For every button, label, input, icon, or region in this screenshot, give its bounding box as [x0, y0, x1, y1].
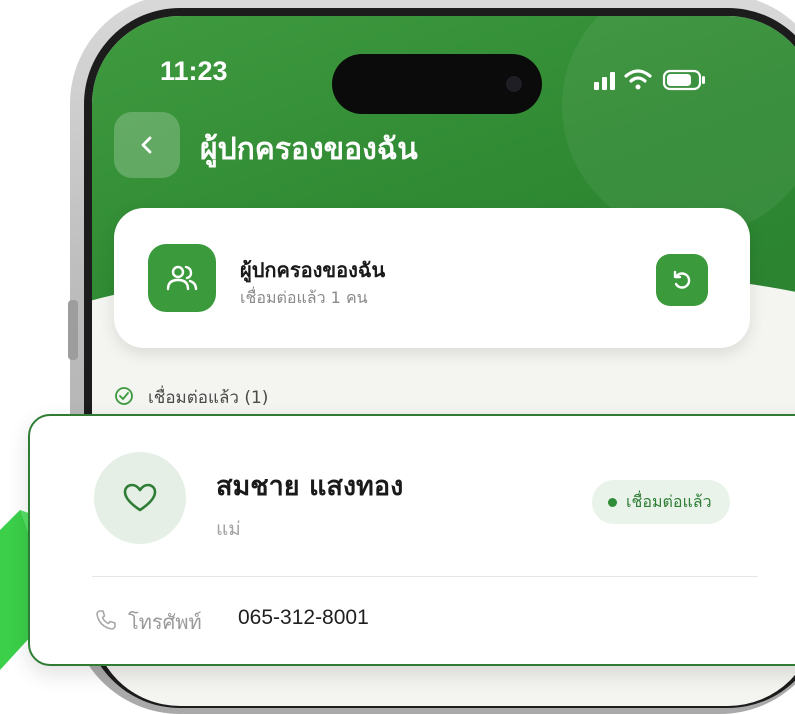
phone-side-button [68, 300, 78, 360]
dynamic-island [332, 54, 542, 114]
divider [92, 576, 758, 577]
summary-subtitle: เชื่อมต่อแล้ว 1 คน [240, 288, 368, 307]
contact-card[interactable]: สมชาย แสงทอง แม่ เชื่อมต่อแล้ว โทรศัพท์ … [28, 414, 795, 666]
status-time: 11:23 [160, 56, 228, 86]
section-label: เชื่อมต่อแล้ว (1) [148, 388, 269, 408]
battery-icon [662, 69, 705, 91]
avatar [94, 452, 186, 544]
summary-card: ผู้ปกครองของฉัน เชื่อมต่อแล้ว 1 คน [114, 208, 750, 348]
refresh-button[interactable] [656, 254, 708, 306]
status-badge-label: เชื่อมต่อแล้ว [626, 491, 712, 511]
guardians-icon [166, 265, 198, 291]
refresh-icon [673, 270, 691, 289]
phone-number[interactable]: 065-312-8001 [238, 606, 369, 630]
check-circle-icon [115, 387, 133, 405]
contact-name: สมชาย แสงทอง [216, 471, 404, 502]
summary-icon-box [148, 244, 216, 312]
back-icon [141, 136, 152, 154]
wifi-icon [624, 69, 652, 90]
contact-relation: แม่ [216, 518, 241, 540]
camera-icon [506, 76, 522, 92]
phone-label: โทรศัพท์ [128, 610, 202, 634]
signal-icon [594, 72, 615, 90]
summary-title: ผู้ปกครองของฉัน [240, 258, 386, 282]
status-icons [594, 69, 705, 91]
status-badge: เชื่อมต่อแล้ว [592, 480, 730, 524]
back-button[interactable] [114, 112, 180, 178]
page-title: ผู้ปกครองของฉัน [200, 132, 418, 167]
phone-icon [96, 610, 116, 630]
heart-icon [123, 483, 157, 512]
status-dot [608, 498, 617, 507]
